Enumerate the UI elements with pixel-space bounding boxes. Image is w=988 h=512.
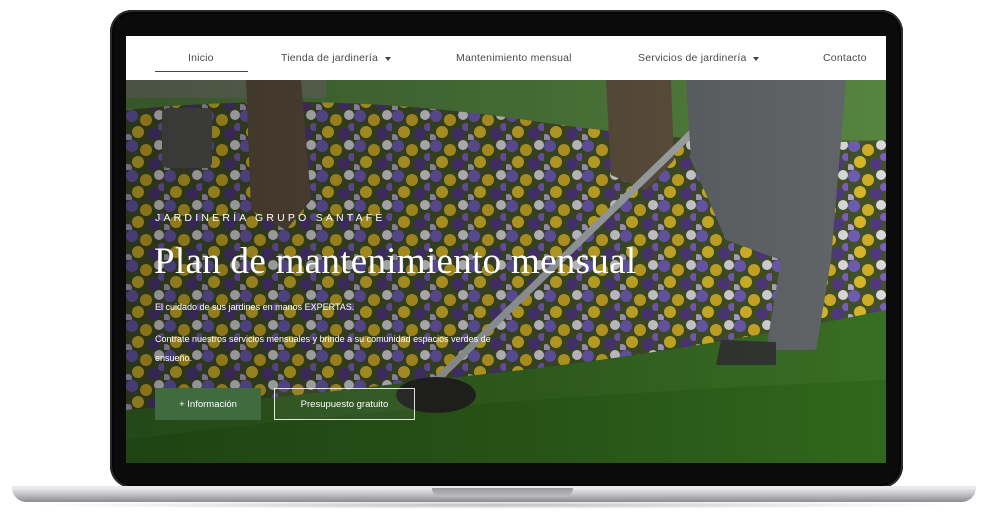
laptop-shadow — [30, 501, 958, 509]
top-navigation: Inicio Tienda de jardinería Mantenimient… — [126, 36, 886, 80]
nav-item-mantenimiento[interactable]: Mantenimiento mensual — [456, 36, 572, 80]
caret-down-icon — [385, 56, 392, 61]
hero-eyebrow: JARDINERÍA GRUPO SANTAFÉ — [155, 212, 386, 224]
nav-item-label: Mantenimiento mensual — [456, 52, 572, 64]
nav-item-label: Servicios de jardinería — [638, 52, 747, 64]
nav-item-contacto[interactable]: Contacto — [823, 36, 867, 80]
hero-description: Contrate nuestros servicios mensuales y … — [155, 334, 491, 363]
more-info-button[interactable]: + Información — [155, 388, 261, 420]
laptop-screen: Inicio Tienda de jardinería Mantenimient… — [126, 36, 886, 463]
nav-item-label: Contacto — [823, 52, 867, 64]
nav-item-inicio[interactable]: Inicio — [188, 36, 214, 80]
nav-item-tienda[interactable]: Tienda de jardinería — [281, 36, 392, 80]
caret-down-icon — [753, 56, 760, 61]
nav-item-label: Tienda de jardinería — [281, 52, 379, 64]
nav-item-label: Inicio — [188, 52, 214, 64]
nav-item-servicios[interactable]: Servicios de jardinería — [638, 36, 760, 80]
hero-tagline: El cuidado de sus jardines en manos EXPE… — [155, 302, 355, 312]
hero-section: JARDINERÍA GRUPO SANTAFÉ Plan de manteni… — [126, 80, 886, 463]
laptop-opening-notch — [432, 488, 573, 497]
free-quote-button[interactable]: Presupuesto gratuito — [274, 388, 415, 420]
active-nav-underline — [155, 71, 248, 72]
hero-title: Plan de mantenimiento mensual — [154, 241, 637, 282]
